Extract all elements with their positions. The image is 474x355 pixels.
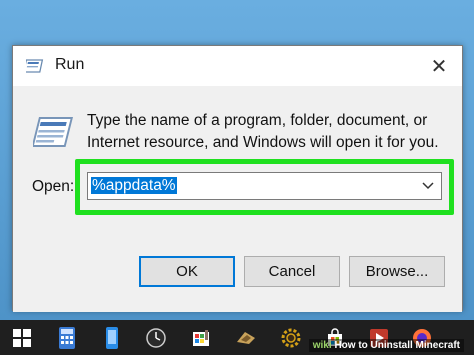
dialog-description: Type the name of a program, folder, docu… — [87, 112, 439, 151]
browse-button[interactable]: Browse... — [349, 256, 445, 287]
paint-icon[interactable] — [189, 326, 213, 350]
calculator-icon[interactable] — [55, 326, 79, 350]
dialog-title: Run — [55, 56, 85, 73]
settings-gear-icon[interactable] — [279, 326, 303, 350]
phone-icon[interactable] — [100, 326, 124, 350]
game-icon[interactable] — [234, 326, 258, 350]
taskbar: wiki How to Uninstall Minecraft — [0, 320, 474, 355]
ok-button[interactable]: OK — [139, 256, 235, 287]
windows-start-icon[interactable] — [10, 326, 34, 350]
run-dialog: Run ✕ Type the name of a program, folder… — [12, 45, 463, 312]
cancel-button[interactable]: Cancel — [244, 256, 340, 287]
wikihow-watermark: wiki How to Uninstall Minecraft — [308, 339, 464, 352]
highlight-annotation — [75, 159, 454, 215]
clock-icon[interactable] — [144, 326, 168, 350]
open-label: Open: — [32, 178, 75, 195]
run-program-icon — [33, 117, 74, 147]
watermark-brand: wiki — [312, 340, 332, 351]
run-icon — [26, 59, 44, 73]
title-bar: Run ✕ — [13, 46, 462, 86]
close-button[interactable]: ✕ — [416, 46, 462, 86]
watermark-text: How to Uninstall Minecraft — [334, 340, 460, 351]
close-icon: ✕ — [430, 55, 448, 78]
